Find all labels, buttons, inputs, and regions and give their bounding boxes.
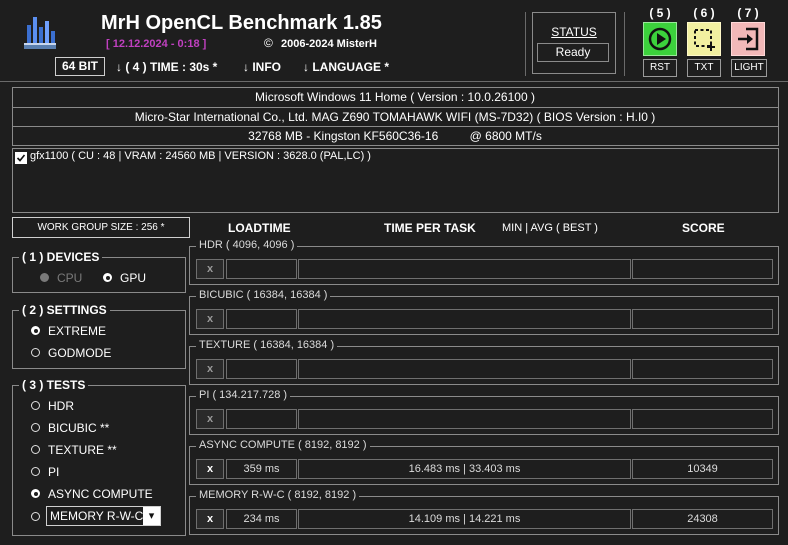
cpu-label: CPU [57,271,83,285]
rst-button[interactable]: RST [643,59,677,77]
devices-title: ( 1 ) DEVICES [19,250,103,264]
test-label-texture: TEXTURE ** [48,443,117,457]
exit-icon [738,27,759,51]
test-radio-memory[interactable] [31,512,40,521]
copyright-text: 2006-2024 MisterH [281,38,378,50]
godmode-label: GODMODE [48,346,112,360]
result-title: TEXTURE ( 16384, 16384 ) [196,339,338,351]
extreme-radio[interactable] [31,326,40,335]
test-label-hdr: HDR [48,399,74,413]
godmode-radio[interactable] [31,348,40,357]
result-score: 10349 [632,459,773,479]
rst-number: ( 5 ) [649,6,671,20]
app-title: MrH OpenCL Benchmark 1.85 [101,12,382,34]
result-clear-button[interactable]: x [196,509,224,529]
result-title: MEMORY R-W-C ( 8192, 8192 ) [196,489,360,501]
col-score: SCORE [682,221,725,235]
memory-module: 32768 MB - Kingston KF560C36-16 [248,129,439,143]
header-divider [0,81,788,82]
status-label: STATUS [551,25,597,39]
light-number: ( 7 ) [737,6,759,20]
result-clear-button[interactable]: x [196,459,224,479]
work-group-size[interactable]: WORK GROUP SIZE : 256 * [12,217,190,238]
language-menu[interactable]: ↓ LANGUAGE * [303,60,389,74]
result-title: HDR ( 4096, 4096 ) [196,239,298,251]
result-score [632,359,773,379]
board-info: Micro-Star International Co., Ltd. MAG Z… [12,107,778,127]
settings-group [12,310,186,369]
result-clear-button[interactable]: x [196,259,224,279]
chevron-down-icon[interactable]: ▾ [143,507,160,525]
result-loadtime [226,409,297,429]
result-score: 24308 [632,509,773,529]
info-menu[interactable]: ↓ INFO [243,60,281,74]
result-score [632,409,773,429]
settings-title: ( 2 ) SETTINGS [19,303,110,317]
status-value: Ready [537,43,609,62]
light-button[interactable]: LIGHT [731,59,767,77]
result-title: PI ( 134.217.728 ) [196,389,291,401]
test-label-async: ASYNC COMPUTE [48,487,153,501]
app-logo-icon [24,17,56,49]
extreme-label: EXTREME [48,324,107,338]
result-loadtime [226,359,297,379]
exit-button[interactable] [731,22,765,56]
txt-button[interactable]: TXT [687,59,721,77]
memory-test-dropdown[interactable]: MEMORY R-W-C ▾ [46,506,161,526]
result-loadtime: 234 ms [226,509,297,529]
test-radio-hdr[interactable] [31,401,40,410]
gpu-label: GPU [120,271,147,285]
result-title: BICUBIC ( 16384, 16384 ) [196,289,331,301]
result-score [632,309,773,329]
device-checkbox[interactable] [15,152,27,164]
result-clear-button[interactable]: x [196,359,224,379]
result-loadtime [226,259,297,279]
run-button[interactable] [643,22,677,56]
test-radio-async[interactable] [31,489,40,498]
test-radio-texture[interactable] [31,445,40,454]
selection-icon [694,29,715,51]
os-info: Microsoft Windows 11 Home ( Version : 10… [255,90,535,104]
result-clear-button[interactable]: x [196,309,224,329]
memory-speed: @ 6800 MT/s [469,129,542,143]
result-score [632,259,773,279]
result-time-per-task: 16.483 ms | 33.403 ms [298,459,631,479]
test-label-pi: PI [48,465,60,479]
col-time-per-task: TIME PER TASK [384,221,476,235]
col-loadtime: LOADTIME [228,221,291,235]
result-time-per-task [298,309,631,329]
tests-title: ( 3 ) TESTS [19,378,89,392]
memory-info: 32768 MB - Kingston KF560C36-16 @ 6800 M… [12,126,778,146]
result-loadtime: 359 ms [226,459,297,479]
result-loadtime [226,309,297,329]
run-date: [ 12.12.2024 - 0:18 ] [106,38,207,50]
device-item[interactable]: gfx1100 ( CU : 48 | VRAM : 24560 MB | VE… [30,150,371,162]
time-menu[interactable]: ↓ ( 4 ) TIME : 30s * [116,60,217,74]
separator [624,12,625,76]
result-time-per-task [298,259,631,279]
result-title: ASYNC COMPUTE ( 8192, 8192 ) [196,439,370,451]
copyright-icon: © [264,36,273,50]
test-radio-pi[interactable] [31,467,40,476]
bits-badge[interactable]: 64 BIT [55,57,105,76]
txt-number: ( 6 ) [693,6,715,20]
play-icon [648,27,672,51]
result-time-per-task: 14.109 ms | 14.221 ms [298,509,631,529]
dropdown-value: MEMORY R-W-C [50,509,144,523]
check-icon [16,154,26,162]
screenshot-button[interactable] [687,22,721,56]
test-label-bicubic: BICUBIC ** [48,421,110,435]
separator [525,12,526,76]
cpu-radio[interactable] [40,273,49,282]
col-minavg: MIN | AVG ( BEST ) [502,222,598,234]
gpu-radio[interactable] [103,273,112,282]
result-time-per-task [298,359,631,379]
test-radio-bicubic[interactable] [31,423,40,432]
result-clear-button[interactable]: x [196,409,224,429]
result-time-per-task [298,409,631,429]
